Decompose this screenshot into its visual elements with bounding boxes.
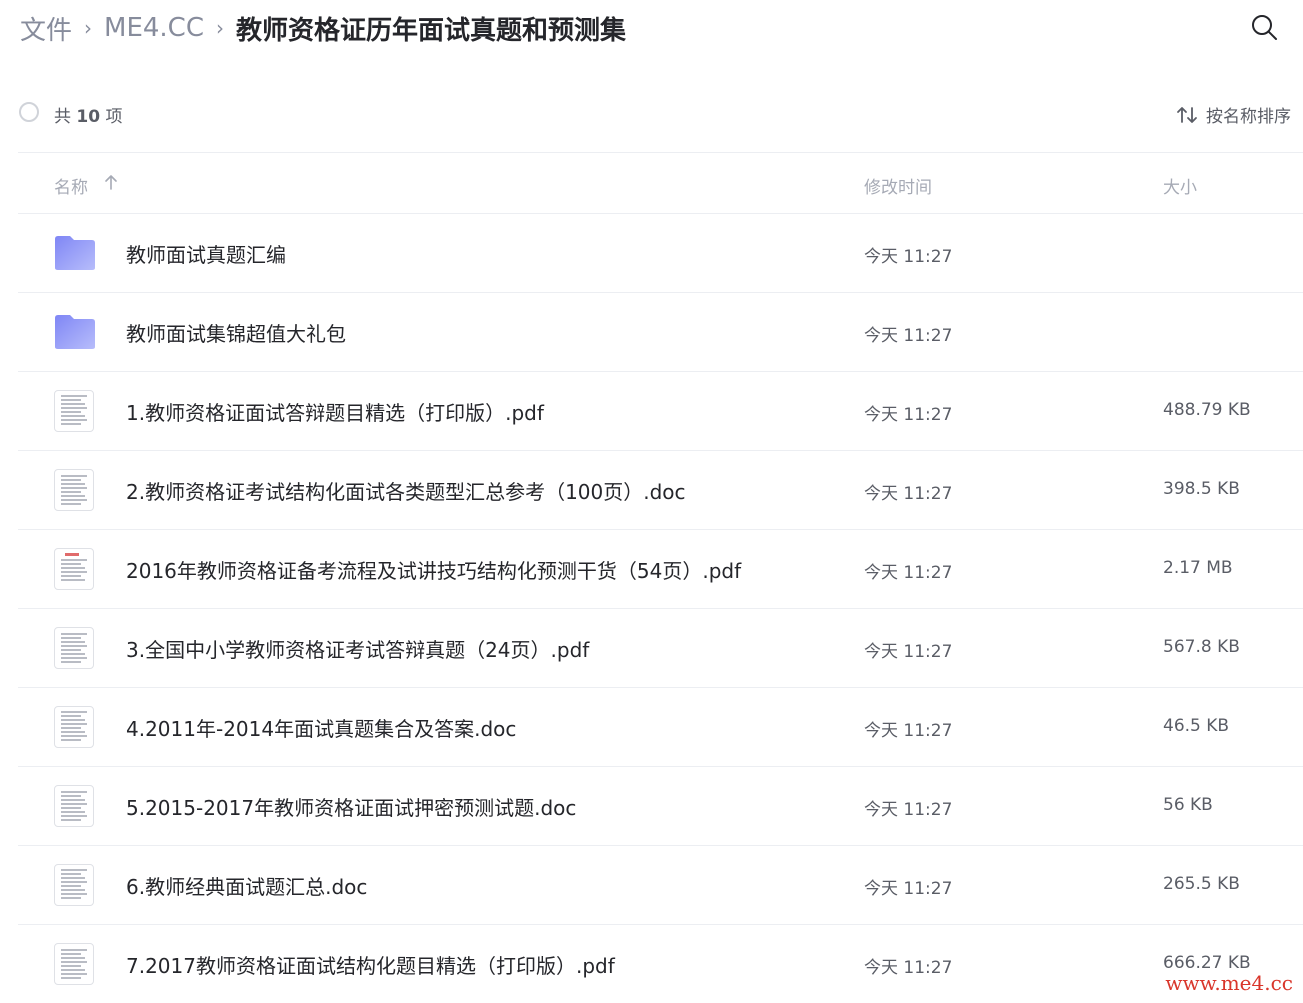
select-all-checkbox[interactable]: [19, 102, 39, 122]
folder-row[interactable]: 教师面试集锦超值大礼包 今天 11:27: [18, 292, 1303, 371]
search-icon: [1252, 15, 1277, 40]
document-thumbnail-icon: [54, 548, 96, 590]
file-row[interactable]: 4.2011年-2014年面试真题集合及答案.doc 今天 11:27 46.5 K…: [18, 687, 1303, 766]
file-list: 名称 修改时间 大小 教师面试真题汇编 今天 11:27 教师面试集锦超值大礼包 今天…: [18, 152, 1303, 1003]
file-name[interactable]: 1.教师资格证面试答辩题目精选（打印版）.pdf: [126, 397, 544, 426]
file-rows: 教师面试真题汇编 今天 11:27 教师面试集锦超值大礼包 今天 11:27 1.教师资…: [18, 213, 1303, 1003]
file-row[interactable]: 5.2015-2017年教师资格证面试押密预测试题.doc 今天 11:27 56 …: [18, 766, 1303, 845]
breadcrumb-item-me4cc[interactable]: ME4.CC: [104, 13, 204, 43]
file-name[interactable]: 3.全国中小学教师资格证考试答辩真题（24页）.pdf: [126, 634, 589, 663]
page-title: 教师资格证历年面试真题和预测集: [236, 15, 627, 46]
item-count-suffix: 项: [105, 107, 123, 127]
file-size: 398.5 KB: [1163, 479, 1240, 499]
table-header: 名称 修改时间 大小: [18, 153, 1303, 213]
document-thumbnail-icon: [54, 943, 96, 985]
file-name[interactable]: 2.教师资格证考试结构化面试各类题型汇总参考（100页）.doc: [126, 476, 686, 505]
document-thumbnail-icon: [54, 627, 96, 669]
file-size: 567.8 KB: [1163, 637, 1240, 657]
file-size: 488.79 KB: [1163, 400, 1251, 420]
column-header-modified[interactable]: 修改时间: [864, 173, 932, 198]
file-size: 265.5 KB: [1163, 874, 1240, 894]
modified-time: 今天 11:27: [864, 958, 953, 978]
modified-time: 今天 11:27: [864, 484, 953, 504]
modified-time: 今天 11:27: [864, 247, 953, 267]
breadcrumb-separator: ›: [216, 16, 224, 40]
file-name[interactable]: 4.2011年-2014年面试真题集合及答案.doc: [126, 713, 516, 742]
folder-row[interactable]: 教师面试真题汇编 今天 11:27: [18, 213, 1303, 292]
file-name[interactable]: 教师面试真题汇编: [126, 239, 286, 268]
modified-time: 今天 11:27: [864, 563, 953, 583]
breadcrumb: 文件 › ME4.CC › 教师资格证历年面试真题和预测集: [20, 8, 626, 48]
sort-by-name-button[interactable]: 按名称排序: [1176, 102, 1291, 127]
watermark: www.me4.cc: [1165, 971, 1293, 995]
column-header-name[interactable]: 名称: [54, 173, 88, 198]
file-name[interactable]: 7.2017教师资格证面试结构化题目精选（打印版）.pdf: [126, 950, 615, 979]
file-size: 2.17 MB: [1163, 558, 1233, 578]
modified-time: 今天 11:27: [864, 642, 953, 662]
column-header-size[interactable]: 大小: [1163, 173, 1197, 198]
item-count-prefix: 共: [54, 107, 71, 127]
file-size: 666.27 KB: [1163, 953, 1251, 973]
sort-label: 按名称排序: [1206, 107, 1291, 127]
document-thumbnail-icon: [54, 864, 96, 906]
breadcrumb-item-files[interactable]: 文件: [20, 10, 72, 47]
file-row[interactable]: 3.全国中小学教师资格证考试答辩真题（24页）.pdf 今天 11:27 567.8…: [18, 608, 1303, 687]
file-row[interactable]: 7.2017教师资格证面试结构化题目精选（打印版）.pdf 今天 11:27 666…: [18, 924, 1303, 1003]
file-name[interactable]: 2016年教师资格证备考流程及试讲技巧结构化预测干货（54页）.pdf: [126, 555, 741, 584]
file-name[interactable]: 6.教师经典面试题汇总.doc: [126, 871, 367, 900]
modified-time: 今天 11:27: [864, 721, 953, 741]
file-row[interactable]: 2.教师资格证考试结构化面试各类题型汇总参考（100页）.doc 今天 11:27…: [18, 450, 1303, 529]
modified-time: 今天 11:27: [864, 326, 953, 346]
document-thumbnail-icon: [54, 706, 96, 748]
folder-icon: [54, 311, 96, 353]
modified-time: 今天 11:27: [864, 879, 953, 899]
breadcrumb-separator: ›: [84, 16, 93, 40]
document-thumbnail-icon: [54, 469, 96, 511]
list-toolbar: 共 10 项 按名称排序: [18, 92, 1303, 136]
document-thumbnail-icon: [54, 785, 96, 827]
document-thumbnail-icon: [54, 390, 96, 432]
sort-icon: [1177, 106, 1197, 123]
sort-ascending-icon[interactable]: [104, 173, 118, 191]
file-size: 56 KB: [1163, 795, 1213, 815]
item-count-value: 10: [76, 107, 101, 127]
folder-icon: [54, 232, 96, 274]
file-name[interactable]: 5.2015-2017年教师资格证面试押密预测试题.doc: [126, 792, 576, 821]
file-row[interactable]: 1.教师资格证面试答辩题目精选（打印版）.pdf 今天 11:27 488.79 K…: [18, 371, 1303, 450]
file-row[interactable]: 6.教师经典面试题汇总.doc 今天 11:27 265.5 KB: [18, 845, 1303, 924]
file-name[interactable]: 教师面试集锦超值大礼包: [126, 318, 346, 347]
modified-time: 今天 11:27: [864, 800, 953, 820]
file-row[interactable]: 2016年教师资格证备考流程及试讲技巧结构化预测干货（54页）.pdf 今天 11…: [18, 529, 1303, 608]
search-button[interactable]: [1249, 12, 1281, 44]
item-count: 共 10 项: [54, 102, 122, 127]
modified-time: 今天 11:27: [864, 405, 953, 425]
file-size: 46.5 KB: [1163, 716, 1230, 736]
